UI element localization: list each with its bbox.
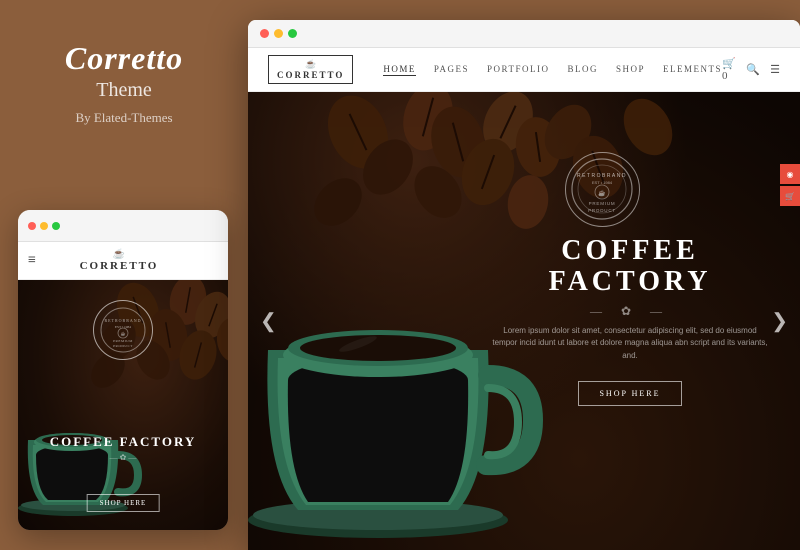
svg-text:☕: ☕ [598,189,606,197]
nav-link-portfolio[interactable]: PORTFOLIO [487,64,549,76]
mobile-nav: ≡ ☕ CORRETTO [18,242,228,280]
desktop-logo-icon: ☕ [305,59,316,70]
notification-badge-top[interactable]: ◉ [780,164,800,184]
cart-icon[interactable]: 🛒 0 [722,57,736,82]
theme-title-text: Corretto [65,40,183,77]
mobile-badge-icon: RETROBRAND EST • 1984 ☕ PREMIUM PRODUCT [98,305,148,355]
desktop-dot-red [260,29,269,38]
svg-text:PREMIUM: PREMIUM [589,201,616,206]
mobile-top-bar [18,210,228,242]
desktop-badge: RETROBRAND EST • 1984 ☕ PREMIUM PRODUCT [565,152,640,227]
desktop-nav: ☕ CORRETTO HOME PAGES PORTFOLIO BLOG SHO… [248,48,800,92]
desktop-dot-green [288,29,297,38]
desktop-nav-icons: 🛒 0 🔍 ☰ [722,57,780,82]
nav-link-elements[interactable]: ELEMENTS [663,64,722,76]
left-panel: Corretto Theme By Elated-Themes ≡ ☕ CORR… [0,0,248,550]
mobile-dot-red [28,222,36,230]
desktop-top-bar [248,20,800,48]
mobile-hero: RETROBRAND EST • 1984 ☕ PREMIUM PRODUCT [18,280,228,530]
svg-text:RETROBRAND: RETROBRAND [104,318,141,323]
mobile-mockup: ≡ ☕ CORRETTO [18,210,228,530]
mobile-hero-divider: — ✿ — [110,453,137,462]
mobile-dots [28,222,60,230]
desktop-logo-text: CORRETTO [277,70,344,80]
desktop-mockup: ☕ CORRETTO HOME PAGES PORTFOLIO BLOG SHO… [248,20,800,550]
svg-text:PRODUCT: PRODUCT [113,344,133,348]
mobile-dot-green [52,222,60,230]
hero-next-arrow[interactable]: ❯ [771,309,788,334]
notification-badge-bottom[interactable]: 🛒 [780,186,800,206]
desktop-hero: RETROBRAND EST • 1984 ☕ PREMIUM PRODUCT … [248,92,800,550]
notification-badges: ◉ 🛒 [780,164,800,206]
svg-text:☕: ☕ [121,331,126,336]
desktop-logo: ☕ CORRETTO [268,55,353,84]
nav-link-pages[interactable]: PAGES [434,64,469,76]
nav-link-shop[interactable]: SHOP [616,64,645,76]
svg-text:PRODUCT: PRODUCT [588,208,616,213]
theme-by-text: By Elated-Themes [75,110,172,126]
search-icon[interactable]: 🔍 [746,63,760,76]
desktop-shop-button[interactable]: SHOP HERE [578,381,681,406]
mobile-hero-title: COFFEE FACTORY [18,434,228,450]
nav-link-home[interactable]: HOME [383,64,416,76]
hero-description: Lorem ipsum dolor sit amet, consectetur … [490,325,770,363]
hero-main-title: COFFEE FACTORY [490,236,770,298]
mobile-logo: ☕ CORRETTO [80,249,159,272]
hero-prev-arrow[interactable]: ❮ [260,309,277,334]
mobile-logo-text: CORRETTO [80,260,159,272]
mobile-logo-icon: ☕ [113,249,125,260]
desktop-dots [260,29,297,38]
desktop-nav-links: HOME PAGES PORTFOLIO BLOG SHOP ELEMENTS [383,64,722,76]
desktop-dot-yellow [274,29,283,38]
mobile-badge: RETROBRAND EST • 1984 ☕ PREMIUM PRODUCT [93,300,153,360]
nav-link-blog[interactable]: BLOG [568,64,599,76]
desktop-badge-icon: RETROBRAND EST • 1984 ☕ PREMIUM PRODUCT [570,157,635,222]
theme-subtitle-text: Theme [96,79,152,102]
mobile-shop-button[interactable]: SHOP HERE [87,494,160,512]
svg-text:EST • 1984: EST • 1984 [592,180,613,185]
hero-text-block: COFFEE FACTORY — ✿ — Lorem ipsum dolor s… [490,236,770,406]
mobile-dot-yellow [40,222,48,230]
svg-text:PREMIUM: PREMIUM [113,339,133,343]
hero-divider: — ✿ — [490,304,770,319]
svg-text:RETROBRAND: RETROBRAND [577,173,627,179]
mobile-hamburger-icon[interactable]: ≡ [28,253,36,269]
menu-icon[interactable]: ☰ [770,63,780,76]
